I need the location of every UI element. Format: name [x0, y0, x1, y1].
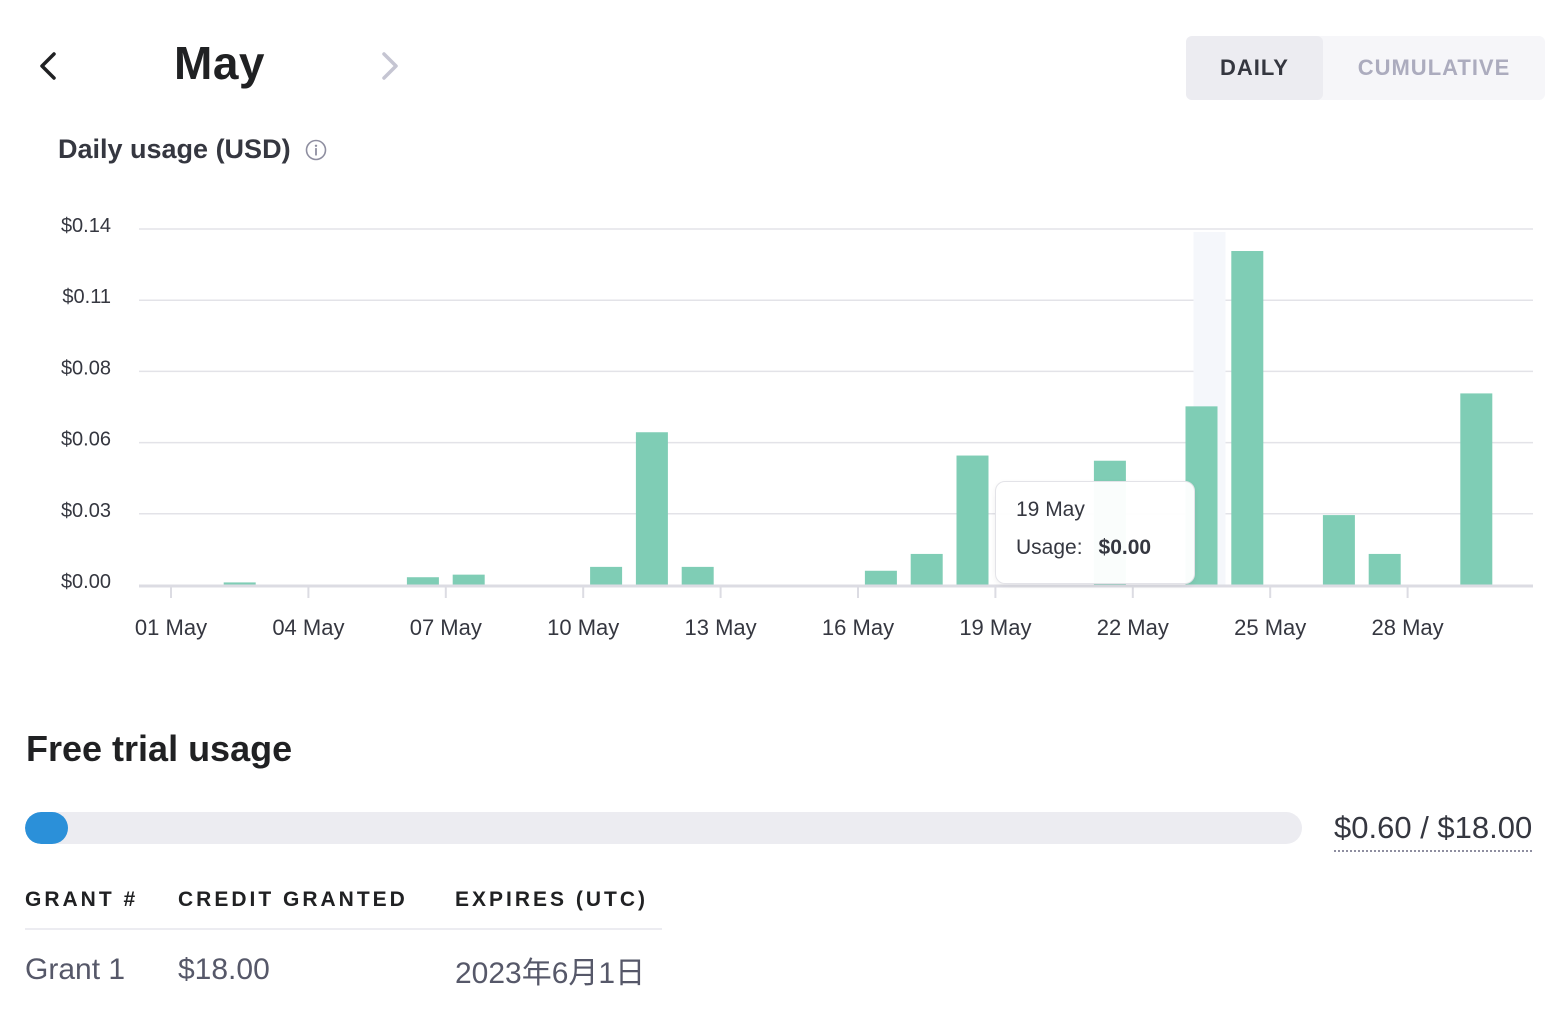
free-trial-title: Free trial usage: [26, 728, 293, 769]
x-tick-label: 13 May: [685, 615, 757, 640]
bars: [223, 251, 1493, 585]
next-month-button[interactable]: [372, 44, 408, 88]
grants-table: GRANT # CREDIT GRANTED EXPIRES (UTC) Gra…: [25, 884, 662, 992]
bar-06-may[interactable]: [406, 577, 439, 585]
col-credit: CREDIT GRANTED: [178, 884, 455, 930]
bar-10-may[interactable]: [590, 566, 623, 585]
grant-credit: $18.00: [178, 953, 270, 986]
bar-18-may[interactable]: [956, 455, 989, 585]
x-tick-label: 04 May: [272, 615, 344, 640]
bar-16-may[interactable]: [864, 570, 897, 585]
y-tick-label: $0.00: [61, 571, 111, 593]
daily-usage-chart: $0.00 $0.03 $0.06 $0.08 $0.11 $0.14 01 May 04 …: [61, 215, 1533, 640]
col-grant: GRANT #: [25, 884, 178, 930]
tooltip-value: $0.00: [1098, 536, 1152, 559]
x-tick-label: 01 May: [135, 615, 207, 640]
cumulative-tab[interactable]: CUMULATIVE: [1323, 36, 1545, 100]
chevron-right-icon: [382, 52, 398, 80]
y-tick-label: $0.11: [62, 286, 111, 308]
prev-month-button[interactable]: [30, 44, 66, 88]
y-tick-label: $0.03: [61, 500, 111, 522]
y-tick-label: $0.08: [61, 357, 111, 379]
y-axis-labels: $0.00 $0.03 $0.06 $0.08 $0.11 $0.14: [61, 215, 111, 593]
grid-lines: [139, 228, 1533, 515]
chart-title-text: Daily usage (USD): [58, 134, 291, 164]
bar-27-may[interactable]: [1368, 553, 1401, 585]
bar-26-may[interactable]: [1322, 515, 1355, 585]
x-axis: [139, 584, 1533, 598]
free-trial-progress: [25, 812, 1302, 844]
bar-12-may[interactable]: [681, 566, 714, 585]
y-tick-label: $0.14: [61, 215, 111, 237]
col-expires: EXPIRES (UTC): [455, 884, 662, 930]
x-tick-label: 07 May: [410, 615, 482, 640]
view-toggle: DAILY CUMULATIVE: [1186, 36, 1545, 100]
month-title: May: [174, 37, 265, 89]
chevron-left-icon: [40, 52, 56, 80]
y-tick-label: $0.06: [61, 429, 111, 451]
grants-header-row: GRANT # CREDIT GRANTED EXPIRES (UTC): [25, 884, 662, 930]
bar-17-may[interactable]: [910, 553, 943, 585]
x-tick-label: 16 May: [822, 615, 894, 640]
bar-11-may[interactable]: [635, 432, 668, 585]
grant-expires: 2023年6月1日: [455, 957, 646, 990]
grant-name: Grant 1: [25, 953, 126, 986]
x-axis-labels: 01 May 04 May 07 May 10 May 13 May 16 May 19 M…: [135, 615, 1444, 640]
chart-title: Daily usage (USD): [58, 134, 327, 165]
free-trial-progress-fill: [25, 812, 68, 844]
x-tick-label: 10 May: [547, 615, 619, 640]
daily-tab[interactable]: DAILY: [1186, 36, 1323, 100]
x-tick-label: 22 May: [1097, 615, 1169, 640]
bar-07-may[interactable]: [452, 574, 485, 585]
info-icon[interactable]: [305, 139, 327, 161]
tooltip-date: 19 May: [1016, 498, 1085, 521]
x-tick-label: 19 May: [959, 615, 1031, 640]
table-row: Grant 1 $18.00 2023年6月1日: [25, 929, 662, 992]
tooltip-label: Usage:: [1016, 536, 1083, 559]
bar-29-may[interactable]: [1460, 393, 1493, 585]
chart-tooltip: 19 May Usage: $0.00: [995, 481, 1195, 584]
bar-24-may[interactable]: [1231, 251, 1264, 585]
x-tick-label: 28 May: [1372, 615, 1444, 640]
x-tick-label: 25 May: [1234, 615, 1306, 640]
free-trial-amount[interactable]: $0.60 / $18.00: [1334, 810, 1533, 852]
